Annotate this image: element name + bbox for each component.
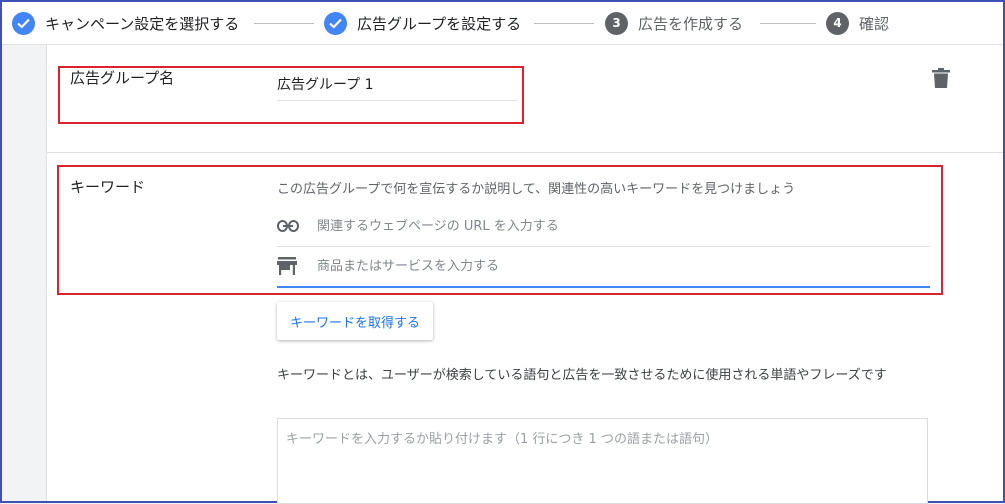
ad-group-name-label: 広告グループ名 [70,69,175,87]
step-label: 広告を作成する [638,14,744,33]
step-create-ad[interactable]: 3 広告を作成する [605,2,743,44]
delete-icon[interactable] [932,68,952,90]
url-input-row [277,206,930,247]
url-input[interactable] [307,218,927,234]
step-connector [534,23,594,24]
left-gutter [2,45,47,501]
step-review[interactable]: 4 確認 [826,2,889,44]
step-number: 3 [605,11,628,35]
step-number: 4 [826,11,849,35]
store-icon [277,257,307,275]
ad-group-name-input[interactable]: 広告グループ 1 [277,74,374,94]
step-campaign-settings[interactable]: キャンペーン設定を選択する [12,2,239,44]
step-connector [760,23,816,24]
keywords-description: キーワードとは、ユーザーが検索している語句と広告を一致させるために使用される単語… [277,368,887,383]
section-divider [47,152,1003,153]
product-input[interactable] [307,258,927,274]
step-label: 確認 [859,14,890,33]
step-label: キャンペーン設定を選択する [45,14,240,33]
keywords-hint: この広告グループで何を宣伝するか説明して、関連性の高いキーワードを見つけましょう [277,182,796,197]
progress-stepper: キャンペーン設定を選択する 広告グループを設定する 3 広告を作成する 4 確認 [2,2,1003,45]
step-ad-group[interactable]: 広告グループを設定する [324,2,521,44]
input-underline [277,100,517,101]
step-connector [254,23,314,24]
keywords-textarea[interactable] [277,418,928,504]
product-input-row [277,246,930,288]
get-keywords-button[interactable]: キーワードを取得する [277,302,433,340]
keywords-label: キーワード [70,178,146,196]
link-icon [277,220,307,232]
check-icon [12,11,35,35]
step-label: 広告グループを設定する [357,14,522,33]
check-icon [324,11,347,35]
